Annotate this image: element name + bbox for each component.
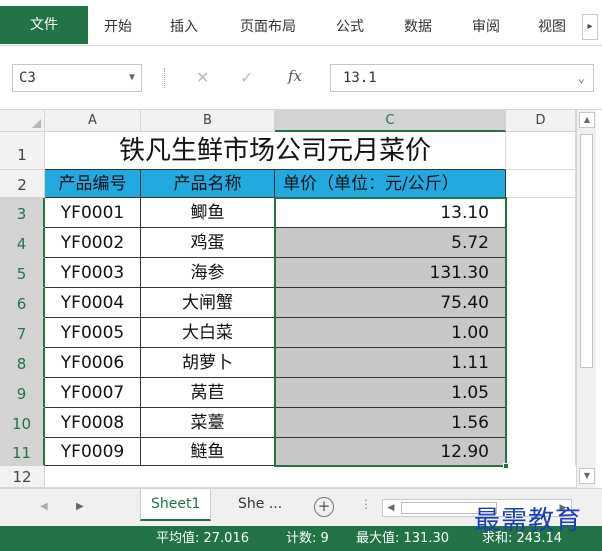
table-cell[interactable]: YF0006 <box>45 348 141 378</box>
table-cell[interactable]: YF0007 <box>45 378 141 408</box>
fill-handle[interactable] <box>503 463 509 469</box>
table-cell[interactable]: YF0002 <box>45 228 141 258</box>
row-header-3[interactable]: 3 <box>0 198 45 228</box>
divider <box>164 68 166 88</box>
formula-value: 13.1 <box>343 70 377 86</box>
table-cell[interactable]: YF0004 <box>45 288 141 318</box>
row-header-6[interactable]: 6 <box>0 288 45 318</box>
table-cell[interactable]: 海参 <box>141 258 275 288</box>
tab-formulas[interactable]: 公式 <box>328 12 372 42</box>
table-cell[interactable]: 12.90 <box>275 438 506 466</box>
status-average: 平均值: 27.016 <box>156 531 249 546</box>
tab-review[interactable]: 审阅 <box>464 12 508 42</box>
tab-view[interactable]: 视图 <box>530 12 574 42</box>
table-cell[interactable]: 5.72 <box>275 228 506 258</box>
column-header-a[interactable]: A <box>45 110 141 132</box>
table-cell[interactable]: 131.30 <box>275 258 506 288</box>
tab-insert[interactable]: 插入 <box>162 12 206 42</box>
table-cell[interactable]: 大白菜 <box>141 318 275 348</box>
table-cell[interactable]: 75.40 <box>275 288 506 318</box>
header-cell-product-name[interactable]: 产品名称 <box>141 170 275 198</box>
chevron-down-icon[interactable]: ▼ <box>129 65 135 91</box>
column-header-b[interactable]: B <box>141 110 275 132</box>
cell-d2[interactable] <box>506 170 576 198</box>
tab-home[interactable]: 开始 <box>96 12 140 42</box>
column-header-c[interactable]: C <box>275 110 506 132</box>
row-header-4[interactable]: 4 <box>0 228 45 258</box>
row-header-11[interactable]: 11 <box>0 438 45 466</box>
tab-data[interactable]: 数据 <box>396 12 440 42</box>
row-header-8[interactable]: 8 <box>0 348 45 378</box>
sheet-title-cell[interactable]: 铁凡生鲜市场公司元月菜价 <box>45 132 506 170</box>
status-max: 最大值: 131.30 <box>356 531 449 546</box>
table-cell[interactable]: 胡萝卜 <box>141 348 275 378</box>
header-cell-product-code[interactable]: 产品编号 <box>45 170 141 198</box>
column-d-empty-cells[interactable] <box>506 198 576 466</box>
row-header-5[interactable]: 5 <box>0 258 45 288</box>
scroll-left-icon[interactable]: ◀ <box>383 500 399 516</box>
row-12-empty-cells[interactable] <box>45 466 576 488</box>
table-cell[interactable]: 菜薹 <box>141 408 275 438</box>
name-box[interactable]: C3 ▼ <box>12 64 142 92</box>
cancel-icon[interactable]: ✕ <box>196 68 209 87</box>
header-cell-unit-price[interactable]: 单价（单位：元/公斤） <box>275 170 506 198</box>
scroll-down-icon[interactable]: ▼ <box>579 468 595 484</box>
select-all-button[interactable] <box>0 110 45 132</box>
table-cell[interactable]: 鲢鱼 <box>141 438 275 466</box>
table-cell[interactable]: YF0001 <box>45 198 141 228</box>
watermark-logo: 最需教育 <box>474 506 583 536</box>
tab-file[interactable]: 文件 <box>0 6 88 44</box>
cell-d1[interactable] <box>506 132 576 170</box>
row-header-10[interactable]: 10 <box>0 408 45 438</box>
row-header-12[interactable]: 12 <box>0 466 45 488</box>
row-header-2[interactable]: 2 <box>0 170 45 198</box>
table-cell[interactable]: 大闸蟹 <box>141 288 275 318</box>
table-cell[interactable]: 1.56 <box>275 408 506 438</box>
table-cell[interactable]: 1.05 <box>275 378 506 408</box>
row-header-1[interactable]: 1 <box>0 132 45 170</box>
table-cell[interactable]: 鸡蛋 <box>141 228 275 258</box>
active-cell-c3[interactable]: 13.10 <box>275 198 506 228</box>
row-header-9[interactable]: 9 <box>0 378 45 408</box>
ribbon-tab-bar: 文件 开始 插入 页面布局 公式 数据 审阅 视图 ▸ <box>0 0 602 46</box>
tab-sheet2[interactable]: She ... <box>228 489 292 521</box>
next-sheet-icon[interactable]: ▶ <box>76 501 84 512</box>
insert-function-button[interactable]: fx <box>288 67 302 85</box>
table-cell[interactable]: 莴苣 <box>141 378 275 408</box>
tab-sheet1[interactable]: Sheet1 <box>140 489 212 521</box>
table-cell[interactable]: 1.00 <box>275 318 506 348</box>
enter-icon[interactable]: ✓ <box>240 68 253 87</box>
expand-formula-icon[interactable]: ⌄ <box>578 65 585 91</box>
column-header-d[interactable]: D <box>506 110 576 132</box>
row-header-7[interactable]: 7 <box>0 318 45 348</box>
vertical-scrollbar[interactable]: ▲ ▼ <box>576 110 596 488</box>
scroll-up-icon[interactable]: ▲ <box>579 112 595 128</box>
formula-bar: C3 ▼ ✕ ✓ fx 13.1 ⌄ <box>0 46 602 110</box>
table-cell[interactable]: 鲫鱼 <box>141 198 275 228</box>
splitter-handle[interactable]: ⋮ <box>360 497 372 511</box>
status-count: 计数: 9 <box>286 531 329 546</box>
scrollbar-thumb[interactable] <box>580 134 593 368</box>
table-cell[interactable]: YF0003 <box>45 258 141 288</box>
table-cell[interactable]: YF0009 <box>45 438 141 466</box>
table-cell[interactable]: YF0008 <box>45 408 141 438</box>
table-cell[interactable]: 1.11 <box>275 348 506 378</box>
formula-input[interactable]: 13.1 ⌄ <box>330 64 594 92</box>
add-sheet-button[interactable]: + <box>314 497 334 517</box>
name-box-value: C3 <box>19 70 36 86</box>
table-cell[interactable]: YF0005 <box>45 318 141 348</box>
tab-page-layout[interactable]: 页面布局 <box>230 12 306 42</box>
prev-sheet-icon[interactable]: ◀ <box>40 501 48 512</box>
chevron-right-icon[interactable]: ▸ <box>582 14 598 40</box>
